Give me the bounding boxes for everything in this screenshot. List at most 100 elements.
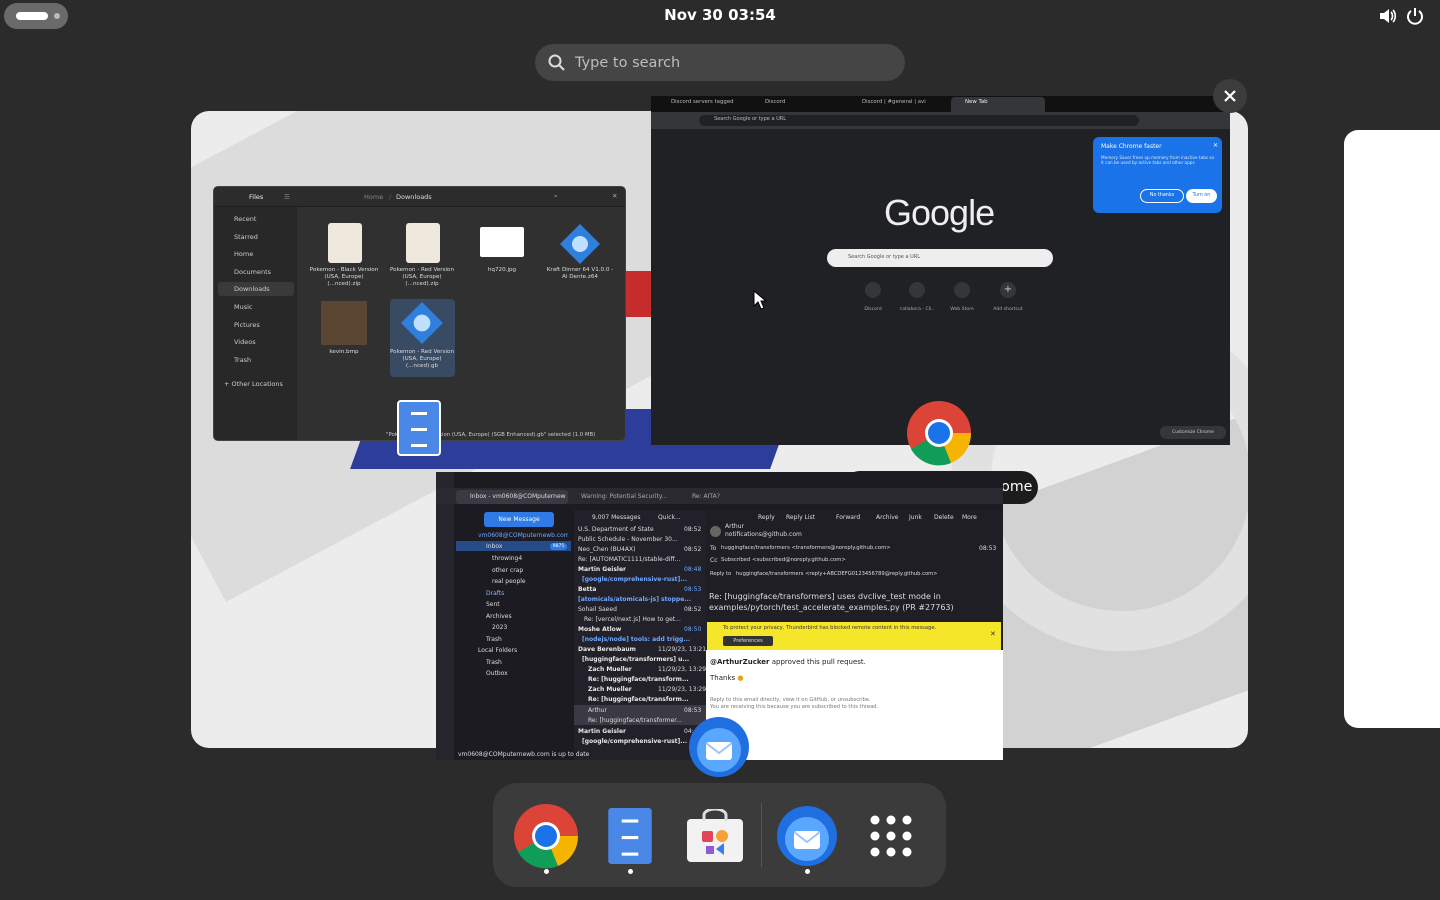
- search-input[interactable]: [575, 44, 895, 81]
- rom-file-icon[interactable]: [559, 223, 601, 265]
- message-row[interactable]: Zach Mueller: [588, 686, 632, 693]
- message-row[interactable]: Neo_Chen (BU4AX): [578, 546, 635, 553]
- footer-line[interactable]: Reply to this email directly, view it on…: [710, 697, 871, 703]
- folder-local-trash[interactable]: Trash: [486, 659, 502, 666]
- message-subject[interactable]: [google/comprehensive-rust]...: [582, 738, 687, 745]
- folder-inbox[interactable]: Inbox: [486, 543, 502, 550]
- files-app-icon[interactable]: [397, 400, 441, 456]
- chrome-dock-icon[interactable]: [513, 803, 579, 869]
- message-row[interactable]: Moshe Atlow: [578, 626, 621, 633]
- files-dock-icon[interactable]: [607, 807, 653, 865]
- message-subject[interactable]: [atomicals/atomicals-js] stoppe...: [578, 596, 691, 603]
- image-thumbnail[interactable]: [480, 227, 524, 257]
- quick-filter-button[interactable]: Quick...: [658, 514, 681, 521]
- thunderbird-dock-icon[interactable]: [774, 803, 840, 869]
- sidebar-item-starred[interactable]: Starred: [234, 233, 258, 241]
- close-icon[interactable]: ✕: [990, 630, 996, 638]
- reply-to-field[interactable]: huggingface/transformers <reply+ABCDEFG0…: [736, 571, 1002, 577]
- account-name[interactable]: vm0608@COMputernewb.com: [478, 532, 568, 539]
- message-row[interactable]: Dave Berenbaum: [578, 646, 636, 653]
- tb-tab-inbox[interactable]: Inbox - vm0608@COMputernewb...: [470, 493, 566, 500]
- next-workspace-preview[interactable]: [1344, 130, 1440, 728]
- message-row[interactable]: Zach Mueller: [588, 666, 632, 673]
- chrome-window[interactable]: Discord servers tagged Discord Discord |…: [651, 96, 1230, 445]
- turn-on-button[interactable]: Turn on: [1186, 189, 1217, 203]
- shortcut-discord[interactable]: [865, 282, 881, 298]
- sidebar-item-recent[interactable]: Recent: [234, 215, 256, 223]
- customize-chrome-button[interactable]: Customize Chrome: [1160, 426, 1226, 439]
- local-folders[interactable]: Local Folders: [478, 647, 517, 654]
- breadcrumb-home[interactable]: Home: [364, 193, 383, 201]
- message-subject[interactable]: Re: [vercel/next.js] How to get...: [584, 616, 681, 623]
- to-field[interactable]: huggingface/transformers <transformers@n…: [721, 545, 891, 551]
- sidebar-item-downloads[interactable]: Downloads: [234, 285, 270, 293]
- power-icon[interactable]: [1405, 6, 1425, 26]
- chrome-tab[interactable]: Discord: [765, 99, 785, 110]
- zip-file-icon[interactable]: [406, 223, 440, 263]
- sidebar-item-trash[interactable]: Trash: [234, 356, 251, 364]
- junk-button[interactable]: Junk: [909, 514, 922, 521]
- folder-trash[interactable]: Trash: [486, 636, 502, 643]
- add-shortcut-icon[interactable]: +: [1000, 282, 1016, 298]
- message-row[interactable]: U.S. Department of State: [578, 526, 654, 533]
- sidebar-item-home[interactable]: Home: [234, 250, 253, 258]
- chrome-tab-active[interactable]: New Tab: [965, 99, 988, 110]
- message-row[interactable]: Sohail Saeed: [578, 606, 617, 613]
- software-store-icon[interactable]: [686, 809, 744, 863]
- chrome-tab[interactable]: Discord servers tagged: [671, 99, 734, 110]
- shortcut-web-store[interactable]: [954, 282, 970, 298]
- folder-outbox[interactable]: Outbox: [486, 670, 508, 677]
- preferences-button[interactable]: Preferences: [723, 636, 773, 646]
- clock[interactable]: Nov 30 03:54: [0, 6, 1440, 24]
- breadcrumb-downloads[interactable]: Downloads: [396, 193, 432, 201]
- sidebar-item-pictures[interactable]: Pictures: [234, 321, 260, 329]
- message-row[interactable]: Arthur: [588, 707, 607, 714]
- message-subject[interactable]: Re: [AUTOMATIC1111/stable-diff...: [578, 556, 680, 563]
- delete-button[interactable]: Delete: [934, 514, 954, 521]
- sidebar-item-music[interactable]: Music: [234, 303, 253, 311]
- more-button[interactable]: More: [962, 514, 977, 521]
- sender-email[interactable]: notifications@github.com: [725, 531, 802, 538]
- message-subject[interactable]: [nodejs/node] tools: add trigg...: [582, 636, 690, 643]
- folder-sent[interactable]: Sent: [486, 601, 500, 608]
- folder-real-people[interactable]: real people: [492, 578, 526, 585]
- reply-button[interactable]: Reply: [758, 514, 775, 521]
- reply-list-button[interactable]: Reply List: [786, 514, 815, 521]
- message-subject[interactable]: Re: [huggingface/transform...: [588, 696, 689, 703]
- thunderbird-app-icon[interactable]: [686, 714, 752, 780]
- image-thumbnail[interactable]: [321, 301, 367, 345]
- sidebar-item-documents[interactable]: Documents: [234, 268, 271, 276]
- zip-file-icon[interactable]: [328, 223, 362, 263]
- volume-icon[interactable]: [1377, 6, 1397, 26]
- message-row[interactable]: Betta: [578, 586, 596, 593]
- archive-button[interactable]: Archive: [876, 514, 898, 521]
- tb-tab-warning[interactable]: Warning: Potential Security...: [581, 493, 667, 500]
- message-subject[interactable]: Re: [huggingface/transform...: [588, 676, 689, 683]
- close-window-button[interactable]: [1213, 79, 1247, 113]
- message-row[interactable]: Martin Geisler: [578, 566, 626, 573]
- no-thanks-button[interactable]: No thanks: [1140, 189, 1184, 203]
- sidebar-item-other-locations[interactable]: + Other Locations: [224, 380, 283, 388]
- message-subject[interactable]: Public Schedule - November 30...: [578, 536, 678, 543]
- folder-throwing4[interactable]: throwing4: [492, 555, 522, 562]
- sidebar-item-videos[interactable]: Videos: [234, 338, 256, 346]
- message-subject[interactable]: [google/comprehensive-rust]...: [582, 576, 687, 583]
- message-row[interactable]: Martin Geisler: [578, 728, 626, 735]
- forward-button[interactable]: Forward: [836, 514, 860, 521]
- new-message-button[interactable]: New Message: [484, 512, 554, 527]
- search-icon[interactable]: ⌕: [554, 192, 558, 201]
- show-apps-grid-icon[interactable]: [869, 814, 913, 858]
- tb-tab-aita[interactable]: Re: AITA?: [692, 493, 720, 500]
- folder-other-crap[interactable]: other crap: [492, 567, 523, 574]
- rom-file-icon[interactable]: [400, 301, 444, 345]
- shortcut-collabora[interactable]: [909, 282, 925, 298]
- folder-2023[interactable]: 2023: [492, 624, 507, 631]
- cc-field[interactable]: Subscribed <subscribed@noreply.github.co…: [721, 557, 846, 563]
- folder-drafts[interactable]: Drafts: [486, 590, 504, 597]
- chrome-tab[interactable]: Discord | #general | avi: [862, 99, 926, 110]
- github-user[interactable]: @ArthurZucker: [710, 658, 770, 666]
- message-subject[interactable]: Re: [huggingface/transformer...: [588, 717, 682, 724]
- search-bar[interactable]: [535, 44, 905, 81]
- folder-archives[interactable]: Archives: [486, 613, 512, 620]
- message-subject[interactable]: [huggingface/transformers] u...: [582, 656, 689, 663]
